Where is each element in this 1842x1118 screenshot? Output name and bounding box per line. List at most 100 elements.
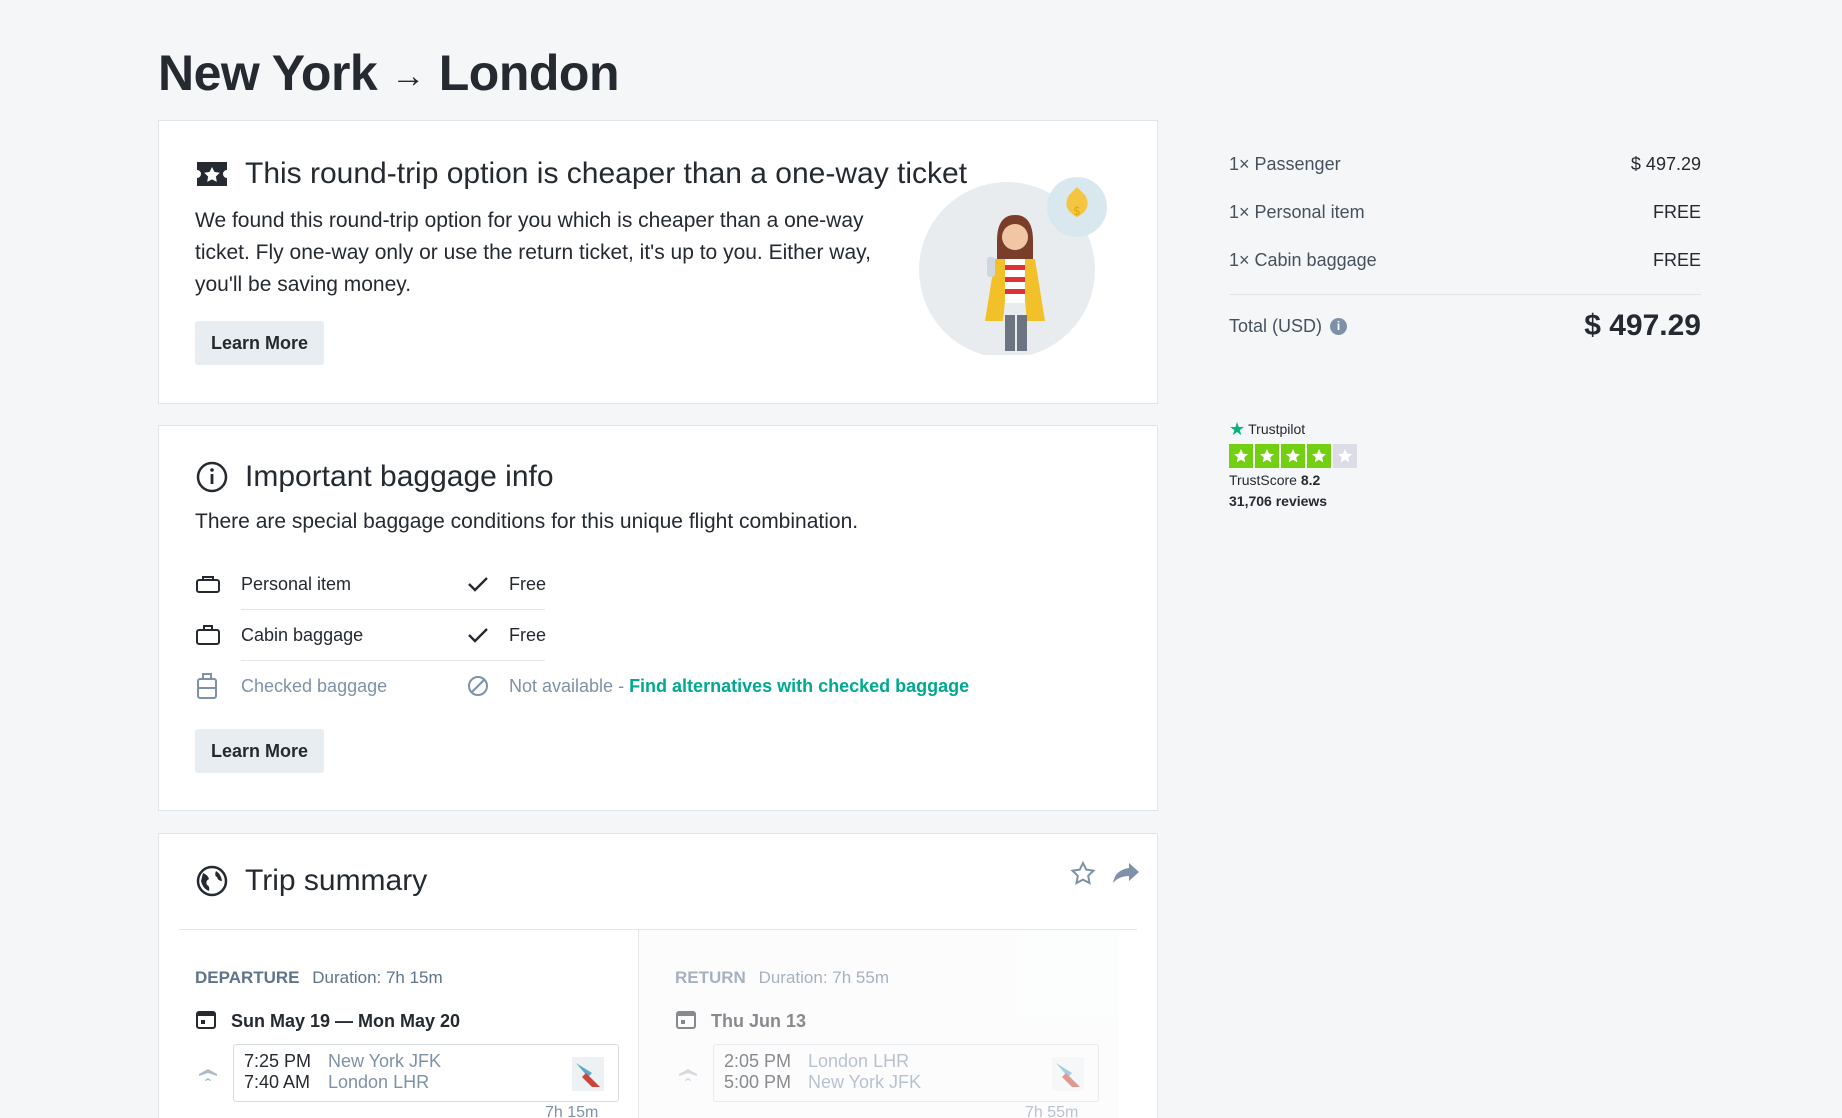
round-trip-offer-card: This round-trip option is cheaper than a… bbox=[158, 120, 1158, 404]
baggage-learn-more-button[interactable]: Learn More bbox=[195, 729, 325, 773]
trustpilot-brand: ★ Trustpilot bbox=[1229, 420, 1369, 438]
summary-label: 1× Passenger bbox=[1229, 153, 1341, 174]
return-date: Thu Jun 13 bbox=[711, 1011, 807, 1031]
offer-learn-more-button[interactable]: Learn More bbox=[195, 321, 325, 365]
trustscore-value: 8.2 bbox=[1300, 472, 1321, 488]
baggage-row-cabin: Cabin baggage Free bbox=[195, 610, 546, 660]
dep-place: London LHR bbox=[808, 1051, 910, 1071]
dep-place: New York JFK bbox=[328, 1051, 442, 1071]
review-count: 31,706 reviews bbox=[1229, 493, 1328, 509]
trustscore-label: TrustScore bbox=[1229, 472, 1297, 488]
trip-summary-card: Trip summary DEPARTURE Duration: 7h 15m … bbox=[158, 833, 1158, 1118]
calendar-icon bbox=[675, 1008, 697, 1035]
trustpilot-stars bbox=[1229, 444, 1369, 468]
info-circle-icon bbox=[195, 460, 229, 494]
personal-item-icon bbox=[195, 570, 223, 598]
offer-heading: This round-trip option is cheaper than a… bbox=[195, 157, 967, 191]
trustpilot-star-icon: ★ bbox=[1229, 419, 1246, 439]
share-icon[interactable] bbox=[1111, 860, 1141, 893]
baggage-row-checked: Checked baggage Not available - Find alt… bbox=[195, 661, 969, 711]
baggage-heading: Important baggage info bbox=[195, 460, 554, 494]
trustpilot-name: Trustpilot bbox=[1248, 421, 1306, 437]
trip-actions bbox=[1069, 860, 1141, 893]
globe-icon bbox=[195, 864, 229, 898]
baggage-subtitle: There are special baggage conditions for… bbox=[195, 510, 859, 533]
summary-value: $ 497.29 bbox=[1630, 153, 1701, 174]
summary-value: FREE bbox=[1652, 249, 1701, 270]
dep-time: 7:25 PM bbox=[244, 1051, 312, 1071]
departure-column: DEPARTURE Duration: 7h 15m Sun May 19 — … bbox=[159, 930, 639, 1118]
check-icon bbox=[467, 572, 491, 596]
departure-header: DEPARTURE Duration: 7h 15m bbox=[195, 968, 443, 988]
plane-icon bbox=[197, 1060, 219, 1087]
traveler-illustration: $ bbox=[917, 165, 1117, 358]
total-value: $ 497.29 bbox=[1584, 309, 1701, 342]
baggage-label: Cabin baggage bbox=[241, 624, 364, 645]
checked-bag-icon bbox=[195, 672, 223, 700]
summary-label: 1× Cabin baggage bbox=[1229, 249, 1377, 270]
total-label: Total (USD) i bbox=[1229, 315, 1348, 337]
find-alternatives-link[interactable]: Find alternatives with checked baggage bbox=[629, 676, 969, 697]
arr-time: 5:00 PM bbox=[724, 1072, 792, 1092]
return-dates: Thu Jun 13 bbox=[675, 1008, 806, 1035]
origin-city: New York bbox=[158, 45, 378, 101]
summary-total: Total (USD) i $ 497.29 bbox=[1229, 309, 1701, 343]
airline-logo-icon bbox=[572, 1057, 604, 1091]
baggage-title: Important baggage info bbox=[245, 460, 554, 493]
return-column: RETURN Duration: 7h 55m Thu Jun 13 2:05 … bbox=[639, 930, 1119, 1118]
rating-star-empty-icon bbox=[1333, 444, 1357, 468]
offer-text-line: you'll be saving money. bbox=[195, 273, 412, 296]
baggage-status: Not available bbox=[509, 675, 614, 696]
departure-dates: Sun May 19 — Mon May 20 bbox=[195, 1008, 460, 1035]
offer-description: We found this round-trip option for you … bbox=[195, 205, 871, 301]
offer-text-line: We found this round-trip option for you … bbox=[195, 209, 864, 232]
plane-icon bbox=[677, 1060, 699, 1087]
link-separator: - bbox=[613, 675, 630, 696]
arr-place: London LHR bbox=[328, 1072, 430, 1092]
price-summary: 1× Passenger $ 497.29 1× Personal item F… bbox=[1229, 140, 1701, 343]
destination-city: London bbox=[438, 45, 620, 101]
dep-time: 2:05 PM bbox=[724, 1051, 792, 1071]
summary-row-passenger: 1× Passenger $ 497.29 bbox=[1229, 140, 1701, 188]
rating-star-icon bbox=[1307, 444, 1331, 468]
departure-segment[interactable]: 7:25 PM New York JFK 7:40 AM London LHR bbox=[233, 1044, 619, 1102]
return-header: RETURN Duration: 7h 55m bbox=[675, 968, 889, 988]
summary-row-personal-item: 1× Personal item FREE bbox=[1229, 188, 1701, 236]
offer-title: This round-trip option is cheaper than a… bbox=[245, 157, 968, 190]
rating-star-icon bbox=[1255, 444, 1279, 468]
departure-label: DEPARTURE bbox=[195, 968, 300, 987]
svg-text:$: $ bbox=[1073, 204, 1081, 218]
rating-star-icon bbox=[1229, 444, 1253, 468]
star-icon[interactable] bbox=[1069, 860, 1097, 893]
airline-logo-icon bbox=[1052, 1057, 1084, 1091]
ticket-star-icon bbox=[195, 157, 229, 191]
baggage-info-card: Important baggage info There are special… bbox=[158, 425, 1158, 811]
check-icon bbox=[467, 623, 491, 647]
cabin-bag-icon bbox=[195, 621, 223, 649]
baggage-label: Personal item bbox=[241, 573, 352, 594]
arr-place: New York JFK bbox=[808, 1072, 922, 1092]
return-segment[interactable]: 2:05 PM London LHR 5:00 PM New York JFK bbox=[713, 1044, 1099, 1102]
baggage-status: Free bbox=[509, 573, 547, 594]
offer-text-line: ticket. Fly one-way only or use the retu… bbox=[195, 241, 871, 264]
trustpilot-widget[interactable]: ★ Trustpilot TrustScore 8.2 31,706 revie… bbox=[1229, 420, 1369, 510]
return-label: RETURN bbox=[675, 968, 746, 987]
arr-time: 7:40 AM bbox=[244, 1072, 311, 1092]
baggage-status: Free bbox=[509, 624, 547, 645]
trip-heading: Trip summary bbox=[195, 864, 427, 898]
trip-title: Trip summary bbox=[245, 864, 428, 897]
not-available-icon bbox=[467, 674, 491, 698]
return-duration: Duration: 7h 55m bbox=[758, 968, 889, 987]
departure-date-range: Sun May 19 — Mon May 20 bbox=[231, 1011, 461, 1031]
trustpilot-score: TrustScore 8.2 bbox=[1229, 472, 1369, 489]
baggage-label: Checked baggage bbox=[241, 675, 388, 696]
departure-duration: Duration: 7h 15m bbox=[312, 968, 443, 987]
summary-divider bbox=[1229, 294, 1701, 295]
page-title: New York → London bbox=[158, 44, 620, 102]
summary-label: 1× Personal item bbox=[1229, 201, 1365, 222]
summary-value: FREE bbox=[1652, 201, 1701, 222]
total-label-text: Total (USD) bbox=[1229, 315, 1323, 336]
segment-duration: 7h 15m bbox=[545, 1104, 599, 1118]
info-icon[interactable]: i bbox=[1330, 317, 1348, 335]
route-arrow-icon: → bbox=[391, 56, 425, 95]
